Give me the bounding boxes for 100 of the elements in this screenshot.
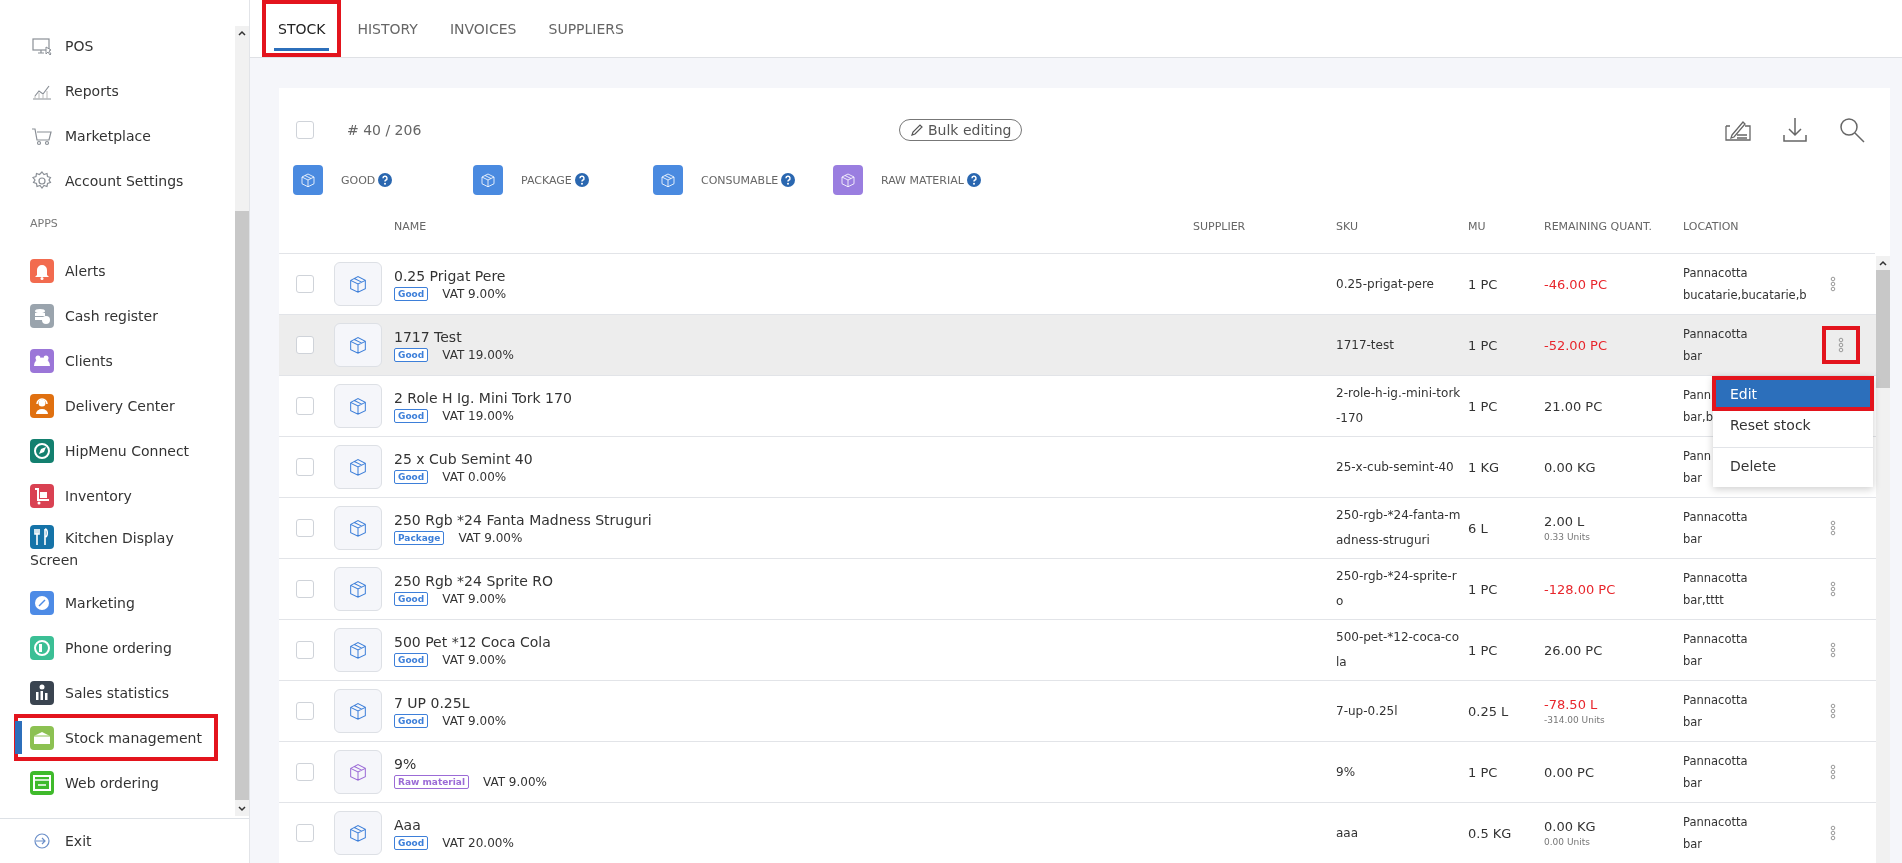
more-button[interactable] bbox=[1823, 327, 1859, 363]
sidebar-item[interactable]: Web ordering bbox=[0, 760, 235, 805]
tab[interactable]: SUPPLIERS bbox=[532, 0, 640, 57]
unit-cell-text: 1 PC bbox=[1468, 276, 1499, 292]
type-label: GOOD bbox=[341, 173, 376, 187]
unit-cell-text: 1 PC bbox=[1468, 642, 1499, 658]
scrollbar-thumb[interactable] bbox=[235, 211, 249, 800]
sidebar-item[interactable]: Inventory bbox=[0, 473, 235, 518]
location-text: bar bbox=[1683, 776, 1703, 790]
location-text: Pannacotta bbox=[1683, 510, 1748, 524]
sidebar-item[interactable]: Phone ordering bbox=[0, 625, 235, 670]
location-text: bar bbox=[1683, 715, 1703, 729]
scroll-up-icon[interactable] bbox=[1878, 259, 1888, 267]
select-all-checkbox[interactable] bbox=[296, 121, 314, 139]
scroll-up-icon[interactable] bbox=[237, 29, 247, 37]
location-text: bar,tttt bbox=[1683, 593, 1724, 607]
unit-cell-text: 1 PC bbox=[1468, 398, 1499, 414]
location-text: bar bbox=[1683, 532, 1703, 546]
section-label: APPS bbox=[29, 216, 59, 232]
type-tag: Good bbox=[394, 347, 429, 362]
sidebar-item[interactable]: Account Settings bbox=[0, 158, 235, 203]
type-label: CONSUMABLE bbox=[701, 173, 779, 187]
menu-item[interactable]: Delete bbox=[1713, 447, 1873, 483]
row-checkbox[interactable] bbox=[296, 702, 314, 720]
type-tag: Good bbox=[394, 469, 429, 484]
location-text: bar bbox=[1683, 471, 1703, 485]
unit-cell-text: 1 KG bbox=[1468, 459, 1500, 475]
row-checkbox[interactable] bbox=[296, 824, 314, 842]
units-value: -314.00 Units bbox=[1544, 715, 1606, 725]
help-icon[interactable] bbox=[378, 173, 393, 187]
sidebar-item[interactable]: Cash register bbox=[0, 293, 235, 338]
product-name: 250 Rgb *24 Fanta Madness Struguri bbox=[394, 511, 653, 528]
sidebar-item[interactable]: Clients bbox=[0, 338, 235, 383]
row-checkbox[interactable] bbox=[296, 275, 314, 293]
sidebar-item[interactable]: Alerts bbox=[0, 248, 235, 293]
scrollbar-thumb[interactable] bbox=[1876, 270, 1890, 388]
scrollbar[interactable] bbox=[235, 26, 249, 816]
row-checkbox[interactable] bbox=[296, 641, 314, 659]
sidebar-item[interactable]: Marketing bbox=[0, 580, 235, 625]
menu-item[interactable]: Edit bbox=[1713, 377, 1873, 410]
location-text: Pannacotta bbox=[1683, 632, 1748, 646]
exit-item[interactable]: Exit bbox=[0, 818, 249, 863]
sidebar-item[interactable]: HipMenu Connect bbox=[0, 428, 235, 473]
tab[interactable]: INVOICES bbox=[433, 0, 533, 57]
vat-rate: VAT 9.00% bbox=[442, 286, 507, 301]
help-icon[interactable] bbox=[574, 173, 589, 187]
location-text: Pannacotta bbox=[1683, 693, 1748, 707]
unit-cell-text: 1 PC bbox=[1468, 581, 1499, 597]
sku-cell-text: 250-rgb-*24-sprite-ro bbox=[1336, 568, 1458, 610]
vat-rate: VAT 9.00% bbox=[442, 652, 507, 667]
help-icon[interactable] bbox=[781, 173, 796, 187]
location-text: bar bbox=[1683, 654, 1703, 668]
table-row[interactable]: Aaa Good VAT 20.00% aaa 0.5 KG 0.00 KG 0.00 Units Pannacotta bar bbox=[279, 803, 1876, 863]
vat-rate: VAT 19.00% bbox=[442, 408, 514, 423]
search-icon[interactable] bbox=[1837, 115, 1867, 145]
table-row[interactable]: 7 UP 0.25L Good VAT 9.00% 7-up-0.25l 0.25 L -78.50 L -314.00 Units Pannacotta bar bbox=[279, 681, 1876, 742]
unit-cell-text: 1 PC bbox=[1468, 337, 1499, 353]
column-header: SKU bbox=[1336, 220, 1359, 233]
table-row[interactable]: 9% Raw material VAT 9.00% 9% 1 PC 0.00 PC Pannacotta bar bbox=[279, 742, 1876, 803]
column-header: MU bbox=[1468, 220, 1487, 233]
scrollbar[interactable] bbox=[1876, 256, 1890, 863]
location-text: bar bbox=[1683, 349, 1703, 363]
table-row[interactable]: 500 Pet *12 Coca Cola Good VAT 9.00% 500-pet-*12-coca-cola 1 PC 26.00 PC Pannacotta bar bbox=[279, 620, 1876, 681]
sidebar-item[interactable]: Kitchen Display Screen bbox=[0, 518, 200, 580]
vat-rate: VAT 0.00% bbox=[442, 469, 507, 484]
product-name: 250 Rgb *24 Sprite RO bbox=[394, 572, 555, 589]
row-checkbox[interactable] bbox=[296, 580, 314, 598]
row-checkbox[interactable] bbox=[296, 519, 314, 537]
column-header: NAME bbox=[394, 220, 428, 233]
help-icon[interactable] bbox=[966, 173, 981, 187]
unit-cell-text: 0.5 KG bbox=[1468, 825, 1513, 841]
sidebar-item[interactable]: Reports bbox=[0, 68, 235, 113]
table-row[interactable]: 250 Rgb *24 Sprite RO Good VAT 9.00% 250-rgb-*24-sprite-ro 1 PC -128.00 PC Pannacotta bar,tttt bbox=[279, 559, 1876, 620]
bulk-editing-button[interactable]: Bulk editing bbox=[899, 119, 1023, 141]
location-text: bar bbox=[1683, 837, 1703, 851]
row-checkbox[interactable] bbox=[296, 336, 314, 354]
quantity-value: 21.00 PC bbox=[1544, 398, 1604, 414]
row-checkbox[interactable] bbox=[296, 458, 314, 476]
row-checkbox[interactable] bbox=[296, 397, 314, 415]
download-icon[interactable] bbox=[1780, 115, 1810, 145]
sidebar-item[interactable]: Sales statistics bbox=[0, 670, 235, 715]
tab[interactable]: HISTORY bbox=[341, 0, 434, 57]
quantity-value: -46.00 PC bbox=[1544, 276, 1608, 292]
product-name: Aaa bbox=[394, 816, 422, 833]
sku-cell-text: 1717-test bbox=[1336, 336, 1395, 354]
sidebar-item[interactable]: Stock management bbox=[15, 715, 217, 760]
sidebar-item[interactable]: Delivery Center bbox=[0, 383, 235, 428]
unit-cell-text: 1 PC bbox=[1468, 764, 1499, 780]
vat-rate: VAT 9.00% bbox=[442, 713, 507, 728]
tab[interactable]: STOCK bbox=[262, 0, 342, 57]
column-header: REMAINING QUANT. bbox=[1544, 220, 1653, 233]
sidebar-item[interactable]: POS bbox=[0, 23, 235, 68]
kebab-icon bbox=[1830, 764, 1836, 780]
row-checkbox[interactable] bbox=[296, 763, 314, 781]
quantity-value: 0.00 PC bbox=[1544, 764, 1595, 780]
sidebar-item[interactable]: Marketplace bbox=[0, 113, 235, 158]
table-row[interactable]: 250 Rgb *24 Fanta Madness Struguri Package VAT 9.00% 250-rgb-*24-fanta-madness-struguri 6 L 2.00 L 0.33 Units Pannacotta bar bbox=[279, 498, 1876, 559]
menu-item[interactable]: Reset stock bbox=[1713, 410, 1873, 440]
scroll-down-icon[interactable] bbox=[237, 805, 247, 813]
type-tag: Good bbox=[394, 652, 429, 667]
